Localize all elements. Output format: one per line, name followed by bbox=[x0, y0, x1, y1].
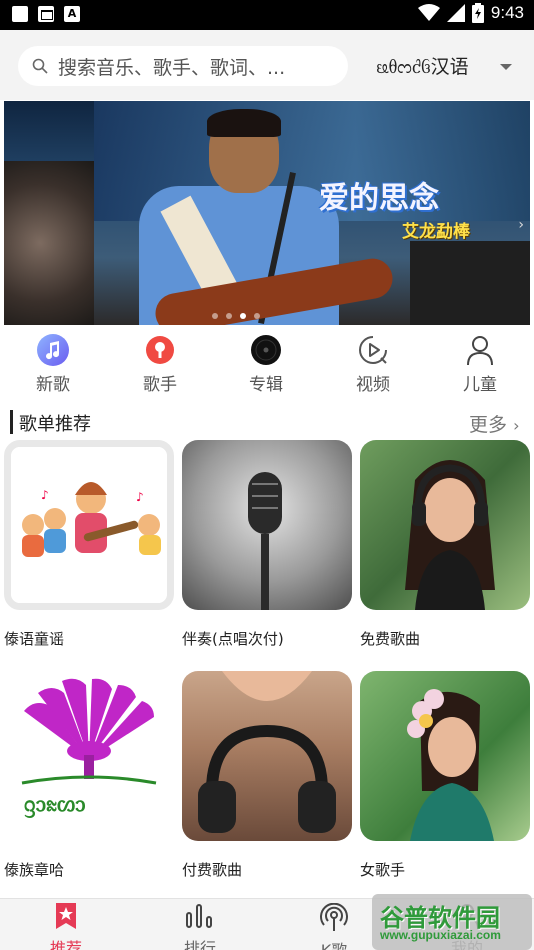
battery-icon bbox=[471, 3, 484, 23]
signal-icon bbox=[446, 4, 465, 22]
category-label: 视频 bbox=[356, 375, 390, 395]
nav-label: 排行 bbox=[183, 939, 216, 950]
music-note-icon bbox=[37, 334, 69, 366]
svg-text:♪: ♪ bbox=[136, 490, 144, 504]
playlist-cover-female-singer bbox=[360, 671, 530, 841]
category-label: 儿童 bbox=[463, 375, 497, 395]
notification-square-icon bbox=[12, 6, 28, 22]
nav-tab-recommend[interactable]: 推荐 bbox=[31, 903, 101, 950]
section-title: 歌单推荐 bbox=[19, 414, 91, 435]
system-status: 9:43 bbox=[417, 3, 524, 23]
site-watermark: 谷普软件园 www.gupuxiazai.com bbox=[372, 894, 532, 950]
more-label: 更多 bbox=[469, 414, 508, 436]
search-box[interactable]: 搜索音乐、歌手、歌词、... bbox=[18, 46, 348, 86]
banner-title: 爱的思念 bbox=[319, 181, 439, 216]
playlist-card[interactable]: ᦋᦱᦰᦠᦱ 傣族章哈 bbox=[4, 671, 174, 879]
category-albums[interactable]: 专辑 bbox=[226, 330, 306, 395]
carousel-dot-active[interactable] bbox=[240, 313, 246, 319]
category-videos[interactable]: 视频 bbox=[333, 330, 413, 395]
nav-label: 推荐 bbox=[49, 939, 82, 950]
album-disc-icon bbox=[250, 334, 282, 366]
chevron-right-icon[interactable]: › bbox=[518, 217, 524, 233]
video-play-icon bbox=[357, 334, 389, 366]
banner-carousel[interactable]: 爱的思念 艾龙勐棒 › bbox=[4, 101, 530, 325]
playlist-cover-woman-headphones bbox=[360, 440, 530, 610]
carousel-dot[interactable] bbox=[254, 313, 260, 319]
playlist-card[interactable]: 女歌手 bbox=[360, 671, 530, 879]
status-bar: A 9:43 bbox=[0, 0, 534, 30]
language-selector[interactable]: ᦕᦲᦂᦺᦑ汉语 bbox=[376, 52, 469, 79]
playlist-title: 女歌手 bbox=[360, 861, 406, 879]
banner-drum-kit bbox=[4, 161, 94, 325]
child-person-icon bbox=[464, 334, 496, 366]
playlist-title: 免费歌曲 bbox=[360, 630, 421, 648]
category-new-songs[interactable]: 新歌 bbox=[13, 330, 93, 395]
chevron-down-icon[interactable] bbox=[500, 64, 512, 70]
carousel-indicator bbox=[212, 313, 260, 319]
watermark-url: www.gupuxiazai.com bbox=[380, 928, 501, 942]
singer-icon bbox=[144, 334, 176, 366]
category-label: 专辑 bbox=[249, 375, 283, 395]
playlist-cover-microphone bbox=[182, 440, 352, 610]
playlist-card[interactable]: 免费歌曲 bbox=[360, 440, 530, 648]
playlist-cover-headphones bbox=[182, 671, 352, 841]
nav-label: K歌 bbox=[299, 937, 369, 950]
playlist-card[interactable]: 付费歌曲 bbox=[182, 671, 352, 879]
clock: 9:43 bbox=[490, 3, 524, 22]
playlist-title: 伴奏(点唱次付) bbox=[182, 630, 284, 648]
svg-text:♪: ♪ bbox=[41, 488, 49, 502]
search-icon bbox=[32, 58, 48, 74]
svg-text:ᦋᦱᦰᦠᦱ: ᦋᦱᦰᦠᦱ bbox=[24, 792, 86, 819]
category-row: 新歌 歌手 专辑 视频 儿童 bbox=[0, 330, 534, 398]
category-label: 新歌 bbox=[36, 375, 70, 395]
section-accent-bar bbox=[10, 410, 13, 434]
mail-icon bbox=[38, 6, 54, 22]
nav-tab-karaoke[interactable]: K歌 bbox=[299, 902, 369, 950]
notification-icons: A bbox=[12, 6, 80, 22]
playlist-card[interactable]: 伴奏(点唱次付) bbox=[182, 440, 352, 648]
carousel-dot[interactable] bbox=[212, 313, 218, 319]
playlist-title: 傣语童谣 bbox=[4, 630, 65, 648]
playlist-title: 付费歌曲 bbox=[182, 861, 243, 879]
app-notification-icon: A bbox=[64, 6, 80, 22]
banner-subtitle: 艾龙勐棒 bbox=[402, 222, 470, 242]
playlist-cover-kids: ♪ ♪ bbox=[4, 440, 174, 610]
wifi-icon bbox=[417, 4, 440, 21]
search-placeholder: 搜索音乐、歌手、歌词、... bbox=[58, 56, 286, 79]
playlist-cover-logo: ᦋᦱᦰᦠᦱ bbox=[4, 671, 174, 841]
more-link[interactable]: 更多 › bbox=[469, 410, 519, 437]
category-label: 歌手 bbox=[143, 375, 177, 395]
carousel-dot[interactable] bbox=[226, 313, 232, 319]
star-bookmark-icon bbox=[56, 903, 76, 929]
nav-tab-ranking[interactable]: 排行 bbox=[165, 903, 235, 950]
playlist-title: 傣族章哈 bbox=[4, 861, 65, 879]
top-header: 搜索音乐、歌手、歌词、... ᦕᦲᦂᦺᦑ汉语 bbox=[0, 30, 534, 100]
category-children[interactable]: 儿童 bbox=[440, 330, 520, 395]
bar-chart-icon bbox=[186, 904, 212, 928]
broadcast-icon bbox=[320, 902, 348, 931]
playlist-card[interactable]: ♪ ♪ 傣语童谣 bbox=[4, 440, 174, 648]
banner-amplifier bbox=[410, 241, 530, 325]
chevron-right-icon: › bbox=[513, 416, 520, 435]
category-singers[interactable]: 歌手 bbox=[120, 330, 200, 395]
